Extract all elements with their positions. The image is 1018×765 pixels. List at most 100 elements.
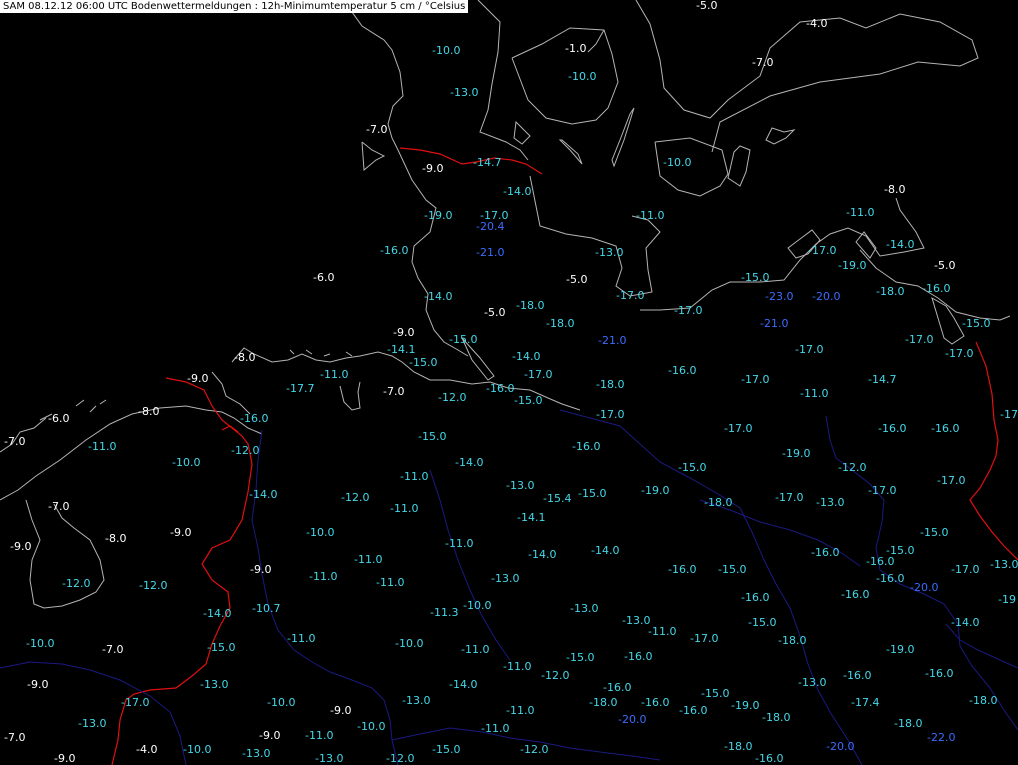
- station-temperature: -13.0: [491, 572, 520, 585]
- station-temperature: -15.0: [741, 271, 770, 284]
- station-temperature: -15.0: [718, 563, 747, 576]
- station-temperature: -12.0: [386, 752, 415, 765]
- station-temperature: -21.0: [760, 317, 789, 330]
- station-temperature: -19.0: [886, 643, 915, 656]
- station-temperature: -16.0: [755, 752, 784, 765]
- station-temperature: -12.0: [520, 743, 549, 756]
- station-temperature: -4.0: [136, 743, 158, 756]
- station-temperature: -9.0: [10, 540, 32, 553]
- station-temperature: -17.0: [121, 696, 150, 709]
- station-temperature: -13.0: [450, 86, 479, 99]
- station-temperature: -13.0: [200, 678, 229, 691]
- station-temperature: -20.0: [826, 740, 855, 753]
- station-temperature: -5.0: [484, 306, 506, 319]
- station-temperature: -18.0: [876, 285, 905, 298]
- coastline-oeland: [558, 139, 583, 165]
- station-temperature: -12.0: [438, 391, 467, 404]
- station-temperature: -15.0: [962, 317, 991, 330]
- station-temperature: -16.0: [668, 364, 697, 377]
- station-temperature: -13.0: [570, 602, 599, 615]
- station-temperature: -6.0: [48, 412, 70, 425]
- station-temperature: -19.0: [641, 484, 670, 497]
- coastline-dutch-estuary: [211, 371, 251, 415]
- coastline-lagoon: [931, 296, 965, 345]
- station-temperature: -16.0: [624, 650, 653, 663]
- station-temperature: -11.3: [430, 606, 459, 619]
- station-temperature: -11.0: [636, 209, 665, 222]
- station-temperature: -7.0: [4, 435, 26, 448]
- station-temperature: -10.0: [568, 70, 597, 83]
- station-temperature: -15.0: [566, 651, 595, 664]
- station-temperature: -14.7: [868, 373, 897, 386]
- station-temperature: -17.0: [808, 244, 837, 257]
- coastline-fjord: [587, 29, 605, 53]
- station-temperature: -9.0: [330, 704, 352, 717]
- station-temperature: -23.0: [765, 290, 794, 303]
- coastline-islet-1: [513, 120, 531, 145]
- station-temperature: -19.0: [731, 699, 760, 712]
- station-temperature: -10.0: [26, 637, 55, 650]
- station-temperature: -18.0: [589, 696, 618, 709]
- station-temperature: -8.0: [138, 405, 160, 418]
- station-temperature: -20.4: [476, 220, 505, 233]
- station-temperature: -16.0: [668, 563, 697, 576]
- station-temperature: -13.0: [990, 558, 1018, 571]
- station-temperature: -13.0: [315, 752, 344, 765]
- station-temperature: -9.0: [170, 526, 192, 539]
- station-temperature: -13.0: [798, 676, 827, 689]
- station-temperature: -17.0: [724, 422, 753, 435]
- station-temperature: -20.0: [812, 290, 841, 303]
- station-temperature: -14.0: [424, 290, 453, 303]
- station-temperature: -5.0: [566, 273, 588, 286]
- station-temperature: -14.1: [387, 343, 416, 356]
- station-temperature: -11.0: [320, 368, 349, 381]
- station-temperature: -17.4: [851, 696, 880, 709]
- station-temperature: -8.0: [234, 351, 256, 364]
- station-temperature: -16.0: [841, 588, 870, 601]
- station-temperature: -7.0: [48, 500, 70, 513]
- station-temperature: -13.0: [78, 717, 107, 730]
- station-temperature: -21.0: [598, 334, 627, 347]
- station-temperature: -17.0: [524, 368, 553, 381]
- station-temperature: -16.0: [679, 704, 708, 717]
- station-temperature: -7.0: [752, 56, 774, 69]
- station-temperature: -13.0: [816, 496, 845, 509]
- station-temperature: -15.0: [409, 356, 438, 369]
- station-temperature: -16.0: [380, 244, 409, 257]
- station-temperature: -10.7: [252, 602, 281, 615]
- station-temperature: -10.0: [267, 696, 296, 709]
- station-temperature: -11.0: [648, 625, 677, 638]
- weather-map: SAM 08.12.12 06:00 UTC Bodenwettermeldun…: [0, 0, 1018, 765]
- station-temperature: -15.0: [578, 487, 607, 500]
- station-temperature: -8.0: [105, 532, 127, 545]
- river-vistula: [945, 623, 1018, 669]
- coastlines: [0, 0, 1011, 609]
- station-temperature: -14.0: [528, 548, 557, 561]
- station-temperature: -14.0: [886, 238, 915, 251]
- station-temperature: -15.0: [418, 430, 447, 443]
- station-temperature: -18.0: [762, 711, 791, 724]
- river-weser: [429, 469, 511, 661]
- station-temperature: -14.1: [517, 511, 546, 524]
- coastline-islet-2: [611, 107, 635, 168]
- station-temperature: -11.0: [445, 537, 474, 550]
- station-temperature: -9.0: [187, 372, 209, 385]
- station-temperature: -16.0: [876, 572, 905, 585]
- station-temperature: -9.0: [54, 752, 76, 765]
- station-temperature: -17.0: [674, 304, 703, 317]
- station-temperature: -13.0: [622, 614, 651, 627]
- station-temperature: -20.0: [910, 581, 939, 594]
- station-temperature: -12.0: [838, 461, 867, 474]
- station-temperature: -15.4: [543, 492, 572, 505]
- coastline-islet-3: [727, 145, 751, 187]
- station-temperature: -17.7: [286, 382, 315, 395]
- station-temperature: -7.0: [102, 643, 124, 656]
- station-temperature: -11.0: [88, 440, 117, 453]
- station-temperature: -16.0: [603, 681, 632, 694]
- station-temperature: -14.0: [249, 488, 278, 501]
- station-temperature: -9.0: [393, 326, 415, 339]
- station-temperature: -13.0: [506, 479, 535, 492]
- station-temperature: -4.0: [806, 17, 828, 30]
- station-temperature: -21.0: [476, 246, 505, 259]
- station-temperature: -18.0: [546, 317, 575, 330]
